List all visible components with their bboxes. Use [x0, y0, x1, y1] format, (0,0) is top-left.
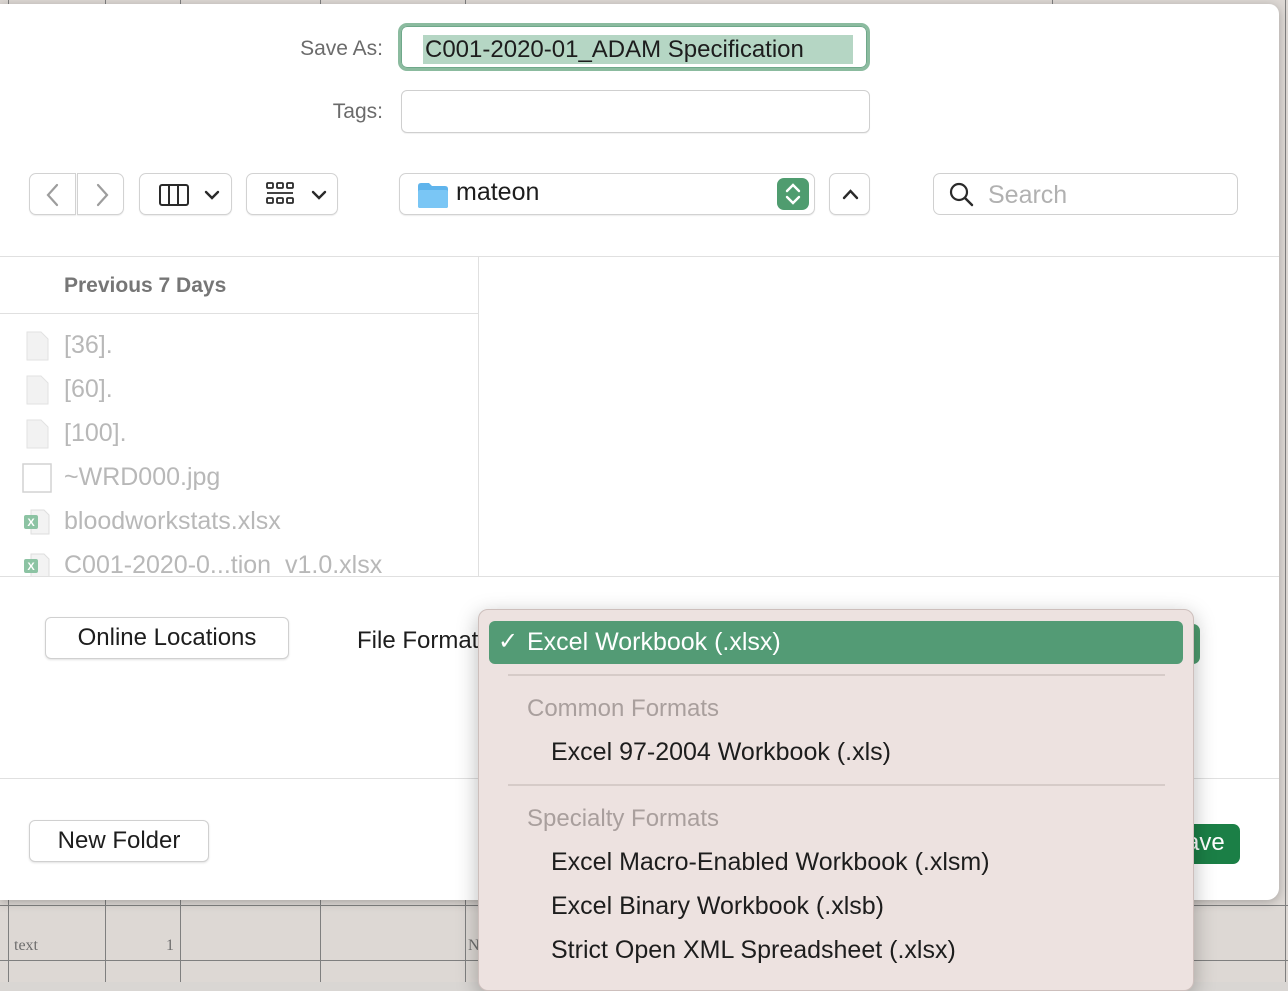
file-name: bloodworkstats.xlsx [64, 507, 281, 535]
menu-item[interactable]: Excel 97-2004 Workbook (.xls) [551, 738, 891, 767]
up-down-chevron-icon [785, 183, 801, 205]
document-icon [26, 419, 49, 449]
file-name: C001-2020-0...tion_v1.0.xlsx [64, 551, 383, 576]
document-icon [26, 375, 49, 405]
menu-item-selected[interactable]: ✓ Excel Workbook (.xlsx) [489, 621, 1183, 664]
file-item[interactable]: [60]. [22, 371, 472, 411]
chevron-up-icon [842, 189, 859, 200]
sheet-cell: 1 [166, 937, 174, 954]
columns-view-icon [159, 184, 220, 206]
save-as-label: Save As: [300, 37, 383, 60]
view-columns-button[interactable] [139, 173, 232, 215]
grid-view-icon [266, 182, 327, 204]
collapse-button[interactable] [829, 173, 870, 215]
excel-icon: X [24, 553, 50, 576]
save-as-field[interactable]: C001-2020-01_ADAM Specification [398, 23, 870, 71]
forward-button[interactable] [77, 173, 124, 215]
menu-item-label: Excel Workbook (.xlsx) [527, 628, 781, 656]
folder-icon [418, 183, 448, 208]
search-placeholder: Search [988, 181, 1068, 209]
menu-item[interactable]: Excel Macro-Enabled Workbook (.xlsm) [551, 848, 990, 877]
document-icon [26, 331, 49, 361]
file-name: [36]. [64, 331, 113, 359]
menu-section-header: Common Formats [527, 695, 720, 722]
file-item[interactable]: X bloodworkstats.xlsx [22, 503, 472, 543]
online-locations-button[interactable]: Online Locations [45, 617, 289, 659]
file-name: [60]. [64, 375, 113, 403]
file-item[interactable]: [36]. [22, 327, 472, 367]
location-stepper[interactable] [777, 178, 809, 210]
location-popup[interactable]: mateon [399, 173, 815, 215]
checkmark-icon: ✓ [498, 628, 519, 655]
tags-label: Tags: [332, 100, 383, 123]
file-format-menu: ✓ Excel Workbook (.xlsx) Common Formats … [478, 609, 1194, 991]
tags-field[interactable] [401, 90, 870, 133]
new-folder-button[interactable]: New Folder [29, 820, 209, 862]
sidebar-section-title: Previous 7 Days [64, 274, 227, 297]
search-field[interactable]: Search [933, 173, 1238, 215]
excel-icon: X [24, 509, 50, 535]
svg-text:X: X [27, 561, 35, 573]
chevron-right-icon [96, 183, 109, 207]
back-button[interactable] [29, 173, 76, 215]
menu-section-header: Specialty Formats [527, 805, 720, 832]
file-name: ~WRD000.jpg [64, 463, 221, 491]
chevron-left-icon [46, 183, 59, 207]
group-by-button[interactable] [246, 173, 338, 215]
menu-item[interactable]: Excel Binary Workbook (.xlsb) [551, 892, 884, 921]
search-icon [949, 182, 974, 207]
sheet-cell: text [14, 937, 38, 954]
file-item[interactable]: X C001-2020-0...tion_v1.0.xlsx [22, 547, 472, 576]
file-format-label: File Format: [357, 627, 486, 654]
location-name: mateon [456, 178, 540, 206]
image-icon [22, 463, 52, 493]
file-name: [100]. [64, 419, 127, 447]
file-item[interactable]: [100]. [22, 415, 472, 455]
file-item[interactable]: ~WRD000.jpg [22, 459, 472, 499]
save-as-value[interactable]: C001-2020-01_ADAM Specification [423, 35, 853, 64]
svg-text:X: X [27, 517, 35, 529]
menu-item[interactable]: Strict Open XML Spreadsheet (.xlsx) [551, 936, 956, 965]
